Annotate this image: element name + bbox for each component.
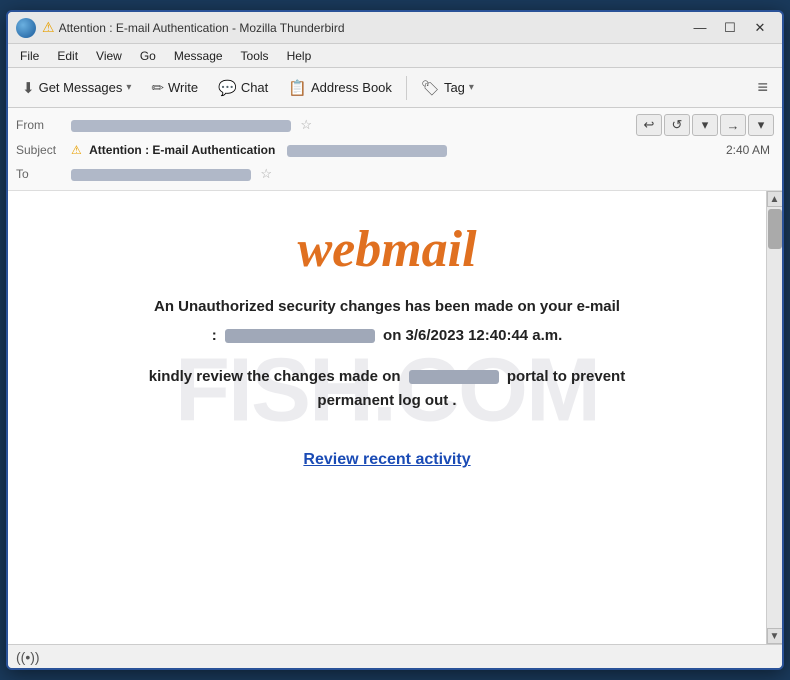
forward-button[interactable]: → [720, 114, 746, 136]
menu-view[interactable]: View [88, 47, 130, 65]
nav-buttons: ↩ ↺ ▾ → ▾ [636, 114, 774, 136]
menu-help[interactable]: Help [279, 47, 320, 65]
tag-dropdown-icon: ▾ [469, 82, 474, 93]
from-address-blurred [71, 120, 291, 132]
main-text-line1: An Unauthorized security changes has bee… [48, 296, 726, 319]
toolbar-divider [406, 76, 407, 100]
status-bar: ((•)) [8, 644, 782, 668]
webmail-title: webmail [48, 221, 726, 278]
menu-edit[interactable]: Edit [49, 47, 86, 65]
from-row: From ☆ ↩ ↺ ▾ → ▾ [16, 112, 774, 138]
subject-text: Attention : E-mail Authentication [89, 143, 275, 157]
portal-blurred [409, 370, 499, 384]
scroll-up-button[interactable]: ▲ [767, 191, 783, 207]
main-text-2-content: on 3/6/2023 12:40:44 a.m. [383, 327, 562, 344]
to-row: To ☆ [16, 162, 774, 186]
address-book-icon: 📋 [288, 79, 307, 97]
review-activity-link[interactable]: Review recent activity [303, 451, 470, 469]
reply-button[interactable]: ↩ [636, 114, 662, 136]
get-messages-dropdown-icon: ▾ [126, 82, 131, 93]
from-star-icon[interactable]: ☆ [300, 117, 312, 132]
email-address-blurred [225, 329, 375, 343]
thunderbird-window: ⚠ Attention : E-mail Authentication - Mo… [6, 10, 784, 670]
email-time: 2:40 AM [726, 143, 774, 157]
to-label: To [16, 167, 71, 181]
content-area: FISH.COM webmail An Unauthorized securit… [8, 191, 782, 644]
email-content: FISH.COM webmail An Unauthorized securit… [8, 191, 766, 591]
email-body: FISH.COM webmail An Unauthorized securit… [8, 191, 766, 644]
subject-extra-blurred [287, 145, 447, 157]
from-value: ☆ [71, 117, 636, 133]
more-button[interactable]: ▾ [748, 114, 774, 136]
window-controls: — ☐ ✕ [686, 17, 774, 39]
to-address-blurred [71, 169, 251, 181]
main-text-line2: : on 3/6/2023 12:40:44 a.m. [48, 325, 726, 348]
scroll-down-button[interactable]: ▼ [767, 628, 783, 644]
minimize-button[interactable]: — [686, 17, 714, 39]
sub-text-1: kindly review the changes made on [149, 368, 401, 385]
scroll-track [767, 251, 782, 628]
email-content-inner: webmail An Unauthorized security changes… [48, 221, 726, 469]
to-star-icon[interactable]: ☆ [260, 166, 272, 181]
subject-row: Subject ⚠ Attention : E-mail Authenticat… [16, 138, 774, 162]
write-icon: ✏ [151, 79, 164, 97]
toolbar: ⬇ Get Messages ▾ ✏ Write 💬 Chat 📋 Addres… [8, 68, 782, 108]
to-value: ☆ [71, 166, 774, 182]
scroll-thumb[interactable] [768, 209, 782, 249]
chat-label: Chat [241, 80, 268, 95]
subject-value: ⚠ Attention : E-mail Authentication [71, 143, 726, 157]
email-header: From ☆ ↩ ↺ ▾ → ▾ Subject ⚠ Attention : E… [8, 108, 782, 191]
from-label: From [16, 118, 71, 132]
title-warning: ⚠ [42, 19, 55, 36]
get-messages-button[interactable]: ⬇ Get Messages ▾ [14, 72, 139, 104]
hamburger-menu-button[interactable]: ≡ [749, 73, 776, 102]
tag-button[interactable]: 🏷 Tag ▾ [413, 72, 482, 104]
sub-text-3: permanent log out . [317, 392, 456, 409]
menu-message[interactable]: Message [166, 47, 231, 65]
write-label: Write [168, 80, 198, 95]
get-messages-icon: ⬇ [22, 79, 35, 97]
subject-label: Subject [16, 143, 71, 157]
reply-all-button[interactable]: ↺ [664, 114, 690, 136]
menu-tools[interactable]: Tools [233, 47, 277, 65]
address-book-button[interactable]: 📋 Address Book [280, 72, 400, 104]
menu-file[interactable]: File [12, 47, 47, 65]
chat-icon: 💬 [218, 79, 237, 97]
sub-text: kindly review the changes made on portal… [48, 365, 726, 413]
connection-status-icon: ((•)) [16, 649, 40, 665]
app-icon [16, 18, 36, 38]
maximize-button[interactable]: ☐ [716, 17, 744, 39]
write-button[interactable]: ✏ Write [143, 72, 206, 104]
scrollbar[interactable]: ▲ ▼ [766, 191, 782, 644]
sub-text-2: portal to prevent [507, 368, 625, 385]
tag-label: Tag [444, 80, 465, 95]
title-bar: ⚠ Attention : E-mail Authentication - Mo… [8, 12, 782, 44]
subject-warning-icon: ⚠ [71, 143, 82, 157]
window-title: Attention : E-mail Authentication - Mozi… [59, 21, 686, 35]
menu-go[interactable]: Go [132, 47, 164, 65]
chat-button[interactable]: 💬 Chat [210, 72, 276, 104]
address-book-label: Address Book [311, 80, 392, 95]
reply-dropdown-button[interactable]: ▾ [692, 114, 718, 136]
main-text-1-content: An Unauthorized security changes has bee… [154, 298, 620, 315]
colon-text: : [212, 327, 217, 344]
get-messages-label: Get Messages [39, 80, 123, 95]
close-button[interactable]: ✕ [746, 17, 774, 39]
tag-icon: 🏷 [421, 79, 440, 97]
menu-bar: File Edit View Go Message Tools Help [8, 44, 782, 68]
